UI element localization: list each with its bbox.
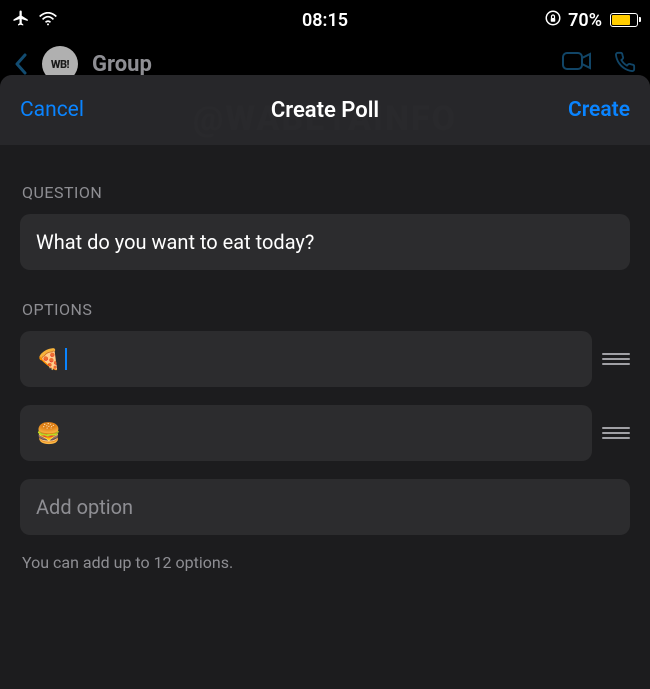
option-value: 🍔 — [36, 421, 61, 445]
airplane-mode-icon — [12, 9, 30, 32]
battery-icon — [610, 13, 638, 27]
option-input-2[interactable]: 🍔 — [20, 405, 592, 461]
cancel-button[interactable]: Cancel — [20, 98, 84, 122]
status-time: 08:15 — [302, 10, 348, 31]
option-value: 🍕 — [36, 347, 61, 371]
question-input[interactable]: What do you want to eat today? — [20, 214, 630, 270]
drag-handle-icon[interactable] — [602, 427, 630, 439]
orientation-lock-icon — [544, 9, 562, 32]
create-poll-modal: @WABETAINFO Cancel Create Poll Create QU… — [0, 75, 650, 689]
modal-header: Cancel Create Poll Create — [0, 75, 650, 145]
modal-title: Create Poll — [271, 98, 379, 123]
video-call-icon[interactable] — [562, 51, 592, 77]
modal-body: QUESTION What do you want to eat today? … — [0, 145, 650, 689]
option-input-1[interactable]: 🍕 — [20, 331, 592, 387]
voice-call-icon[interactable] — [614, 51, 636, 77]
wifi-icon — [38, 10, 58, 31]
status-left — [12, 9, 58, 32]
question-section-label: QUESTION — [22, 183, 628, 202]
add-option-input[interactable]: Add option — [20, 479, 630, 535]
drag-handle-icon[interactable] — [602, 353, 630, 365]
chat-title[interactable]: Group — [92, 52, 152, 77]
add-option-placeholder: Add option — [36, 495, 133, 519]
options-section-label: OPTIONS — [22, 300, 628, 319]
question-value: What do you want to eat today? — [36, 230, 314, 254]
status-right: 70% — [544, 9, 638, 32]
back-icon[interactable] — [14, 53, 28, 75]
status-bar: 08:15 70% — [0, 0, 650, 40]
text-cursor — [65, 348, 67, 370]
options-hint: You can add up to 12 options. — [22, 553, 628, 572]
create-button[interactable]: Create — [568, 98, 630, 122]
battery-percent: 70% — [568, 10, 602, 31]
